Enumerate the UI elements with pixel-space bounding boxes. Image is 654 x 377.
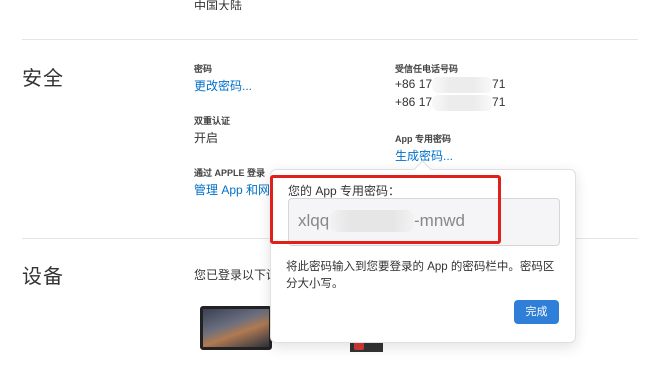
red-highlight-box (270, 175, 501, 244)
mac-device-thumbnail[interactable] (200, 306, 272, 350)
trusted-phone-label: 受信任电话号码 (395, 64, 459, 74)
phone-redaction (432, 77, 493, 93)
apple-login-label: 通过 APPLE 登录 (194, 168, 266, 178)
popover-hint: 将此密码输入到您要登录的 App 的密码栏中。密码区分大小写。 (286, 261, 555, 290)
change-password-link[interactable]: 更改密码... (194, 77, 252, 94)
two-factor-value: 开启 (194, 131, 219, 145)
done-button[interactable]: 完成 (514, 300, 559, 324)
phone-redaction (432, 95, 493, 111)
security-section-title: 安全 (22, 68, 64, 90)
phone-suffix: 71 (492, 95, 506, 110)
trusted-phone-number-1: +86 17 71 (395, 77, 505, 93)
devices-section-title: 设备 (22, 266, 64, 288)
phone-prefix: +86 17 (395, 95, 433, 110)
devices-description: 您已登录以下设 (194, 268, 279, 282)
phone-suffix: 71 (492, 77, 506, 92)
region-value-cut: 中国大陆 (194, 0, 243, 10)
two-factor-label: 双重认证 (194, 116, 231, 126)
manage-apps-link[interactable]: 管理 App 和网 (194, 181, 270, 198)
phone-prefix: +86 17 (395, 77, 433, 92)
app-password-label: App 专用密码 (395, 134, 451, 144)
divider-top (22, 39, 638, 40)
password-label: 密码 (194, 64, 213, 74)
trusted-phone-number-2: +86 17 71 (395, 95, 505, 111)
